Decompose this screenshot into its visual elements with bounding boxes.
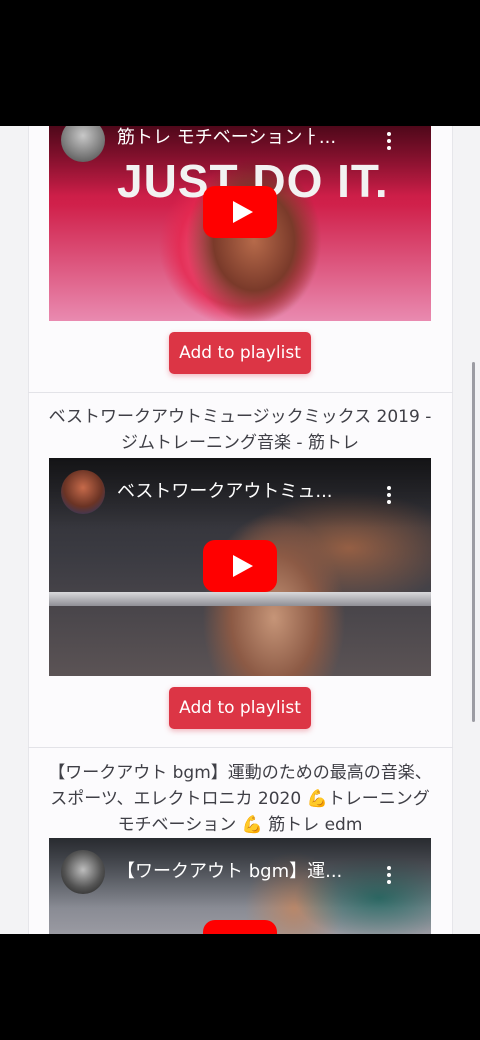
- add-to-playlist-button[interactable]: Add to playlist: [169, 687, 311, 729]
- video-player[interactable]: JUST DO IT. 筋トレ モチベーションㅏ...: [49, 126, 431, 321]
- more-options-icon[interactable]: [383, 486, 395, 506]
- player-title[interactable]: ベストワークアウトミュ...: [117, 480, 367, 504]
- youtube-play-icon[interactable]: [203, 186, 277, 238]
- youtube-play-icon[interactable]: [203, 540, 277, 592]
- more-options-icon[interactable]: [383, 132, 395, 152]
- scrollbar-thumb[interactable]: [472, 362, 475, 722]
- video-player[interactable]: ベストワークアウトミュ...: [49, 458, 431, 676]
- youtube-play-icon[interactable]: [203, 920, 277, 934]
- player-title[interactable]: 【ワークアウト bgm】運...: [117, 860, 367, 884]
- video-title: 【ワークアウト bgm】運動のための最高の音楽、スポーツ、エレクトロニカ 202…: [48, 763, 432, 835]
- divider: [28, 747, 453, 748]
- channel-avatar[interactable]: [61, 470, 105, 514]
- divider: [28, 392, 453, 393]
- status-bar-area: [0, 0, 480, 126]
- add-to-playlist-button[interactable]: Add to playlist: [169, 332, 311, 374]
- channel-avatar[interactable]: [61, 850, 105, 894]
- player-title[interactable]: 筋トレ モチベーションㅏ...: [117, 126, 367, 150]
- navigation-bar-area: [0, 934, 480, 1040]
- video-player[interactable]: 【ワークアウト bgm】運...: [49, 838, 431, 934]
- video-title: ベストワークアウトミュージックミックス 2019 - ジムトレーニング音楽 - …: [48, 407, 432, 453]
- more-options-icon[interactable]: [383, 866, 395, 886]
